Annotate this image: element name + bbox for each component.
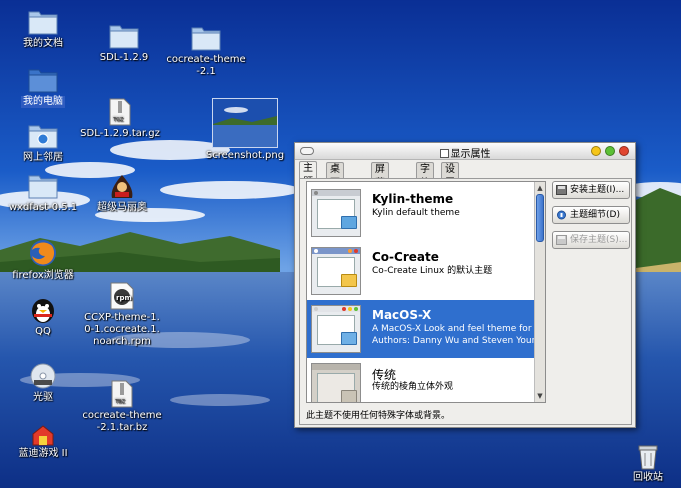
archive-file-icon: TGZ <box>109 98 131 126</box>
theme-item-macos-x[interactable]: MacOS-X A MacOS-X Look and feel theme fo… <box>307 300 535 358</box>
mario-game-icon <box>111 175 133 198</box>
scrollbar-thumb[interactable] <box>536 194 544 242</box>
desktop-icon-label: 网上邻居 <box>23 152 63 163</box>
scroll-up-arrow-icon[interactable]: ▲ <box>536 183 544 193</box>
desktop-icon-label: SDL-1.2.9 <box>99 52 149 63</box>
theme-preview-thumbnail <box>311 247 361 295</box>
svg-text:rpm: rpm <box>116 294 132 302</box>
theme-preview-thumbnail <box>311 305 361 353</box>
archive-file-icon: TBZ <box>111 380 133 408</box>
folder-icon <box>191 27 221 51</box>
desktop-icon-label: SDL-1.2.9.tar.gz <box>80 128 160 139</box>
theme-list[interactable]: Kylin-theme Kylin default theme Co-Creat… <box>306 181 546 403</box>
desktop-icon-sdl-archive[interactable]: TGZ SDL-1.2.9.tar.gz <box>78 98 162 140</box>
desktop-icon-screenshot[interactable]: Screenshot.png <box>203 98 287 162</box>
theme-item-kylin[interactable]: Kylin-theme Kylin default theme <box>307 184 535 242</box>
theme-authors-line: Authors: Danny Wu and Steven Young <box>372 336 534 346</box>
desktop-icon-wxdfast[interactable]: wxdfast-0.5.1 <box>1 170 85 214</box>
desktop-icon-label: 蓝迪游戏 II <box>18 448 68 459</box>
cdrom-icon <box>30 363 56 389</box>
minimize-button[interactable] <box>591 146 601 156</box>
close-button[interactable] <box>619 146 629 156</box>
folder-icon <box>28 11 58 35</box>
save-theme-label: 保存主题(S)... <box>570 235 628 245</box>
rpm-package-icon: rpm <box>110 282 134 310</box>
save-floppy-icon <box>556 235 567 245</box>
desktop-icon-label: 回收站 <box>633 472 663 483</box>
firefox-icon <box>30 240 56 266</box>
theme-status-text: 此主题不使用任何特殊字体或背景。 <box>306 411 451 421</box>
folder-icon <box>28 175 58 199</box>
game-house-icon <box>32 425 54 446</box>
scroll-down-arrow-icon[interactable]: ▼ <box>536 391 544 401</box>
desktop-icon-network[interactable]: 网上邻居 <box>1 120 85 164</box>
details-brush-icon <box>557 210 566 220</box>
theme-description: Co-Create Linux 的默认主题 <box>372 266 493 276</box>
desktop-icon-mario[interactable]: 超级马丽奥 <box>80 172 164 214</box>
desktop-icon-my-documents[interactable]: 我的文档 <box>1 6 85 50</box>
desktop-icon-label: firefox浏览器 <box>12 270 74 281</box>
theme-name: Co-Create <box>372 250 439 264</box>
desktop-icon-label: 光驱 <box>33 392 53 403</box>
desktop-icon-sdl-folder[interactable]: SDL-1.2.9 <box>82 20 166 64</box>
theme-description: A MacOS-X Look and feel theme for Author… <box>372 323 534 347</box>
folder-icon <box>109 25 139 49</box>
theme-name: MacOS-X <box>372 308 432 322</box>
theme-item-classic[interactable]: 传统 传统的棱角立体外观 <box>307 358 535 402</box>
theme-item-co-create[interactable]: Co-Create Co-Create Linux 的默认主题 <box>307 242 535 300</box>
network-folder-icon <box>28 125 58 149</box>
svg-text:TBZ: TBZ <box>114 399 125 405</box>
desktop-icon-trash[interactable]: 回收站 <box>606 444 681 484</box>
theme-list-scrollbar[interactable]: ▲ ▼ <box>534 182 545 402</box>
tab-desktop-background[interactable]: 桌面背景 <box>326 162 344 217</box>
desktop-icon-label: CCXP-theme-1.0-1.cocreate.1.noarch.rpm <box>84 312 160 347</box>
title-checkbox-icon <box>439 149 449 158</box>
desktop-icon-label: Screenshot.png <box>205 150 285 161</box>
install-theme-label: 安装主题(I)... <box>570 185 625 195</box>
desktop-icon-firefox[interactable]: firefox浏览器 <box>1 238 85 282</box>
desktop-icon-label: wxdfast-0.5.1 <box>8 202 78 213</box>
desktop-icon-cdrom[interactable]: 光驱 <box>1 362 85 404</box>
computer-folder-icon <box>28 69 58 93</box>
tab-settings[interactable]: 设置 <box>441 162 459 189</box>
svg-text:TGZ: TGZ <box>112 117 124 123</box>
image-thumbnail-icon <box>212 98 278 148</box>
dialog-title-text: 显示属性 <box>450 149 491 160</box>
trash-icon <box>638 445 658 470</box>
theme-name: Kylin-theme <box>372 192 454 206</box>
desktop-icon-label: cocreate-theme-2.1 <box>166 54 246 77</box>
install-disk-icon <box>556 185 567 195</box>
desktop-icon-label: QQ <box>35 326 51 337</box>
desktop-icon-landi-game[interactable]: 蓝迪游戏 II <box>1 424 85 460</box>
theme-description: 传统的棱角立体外观 <box>372 382 454 392</box>
desktop-icon-cocreate-folder[interactable]: cocreate-theme-2.1 <box>164 22 248 78</box>
desktop-icon-label: 超级马丽奥 <box>97 202 147 213</box>
desktop-icon-cocreate-archive[interactable]: TBZ cocreate-theme-2.1.tar.bz <box>80 380 164 434</box>
desktop-icon-ccxp-rpm[interactable]: rpm CCXP-theme-1.0-1.cocreate.1.noarch.r… <box>80 282 164 348</box>
display-properties-dialog: 显示属性 主题 桌面背景 屏幕保护 字体 设置 Kylin-theme Kyli… <box>294 142 636 428</box>
save-theme-button[interactable]: 保存主题(S)... <box>552 231 630 249</box>
theme-description: Kylin default theme <box>372 208 460 218</box>
theme-details-label: 主题细节(D) <box>570 210 620 220</box>
theme-preview-thumbnail <box>311 363 361 402</box>
install-theme-button[interactable]: 安装主题(I)... <box>552 181 630 199</box>
tab-fonts[interactable]: 字体 <box>416 162 434 189</box>
desktop-icon-label: 我的文档 <box>23 38 63 49</box>
desktop-icon-my-computer[interactable]: 我的电脑 <box>1 64 85 108</box>
desktop-icon-label: 我的电脑 <box>21 96 65 108</box>
theme-description-line: A MacOS-X Look and feel theme for <box>372 324 532 334</box>
maximize-button[interactable] <box>605 146 615 156</box>
tab-screensaver[interactable]: 屏幕保护 <box>371 162 389 217</box>
dialog-title: 显示属性 <box>295 145 635 160</box>
tab-theme[interactable]: 主题 <box>299 161 317 188</box>
qq-penguin-icon <box>32 299 54 323</box>
theme-details-button[interactable]: 主题细节(D) <box>552 206 630 224</box>
theme-preview-thumbnail <box>311 189 361 237</box>
theme-tab-panel: Kylin-theme Kylin default theme Co-Creat… <box>299 178 632 425</box>
dialog-titlebar[interactable]: 显示属性 <box>295 143 635 160</box>
desktop-icon-qq[interactable]: QQ <box>1 296 85 338</box>
desktop-icon-label: cocreate-theme-2.1.tar.bz <box>82 410 162 433</box>
